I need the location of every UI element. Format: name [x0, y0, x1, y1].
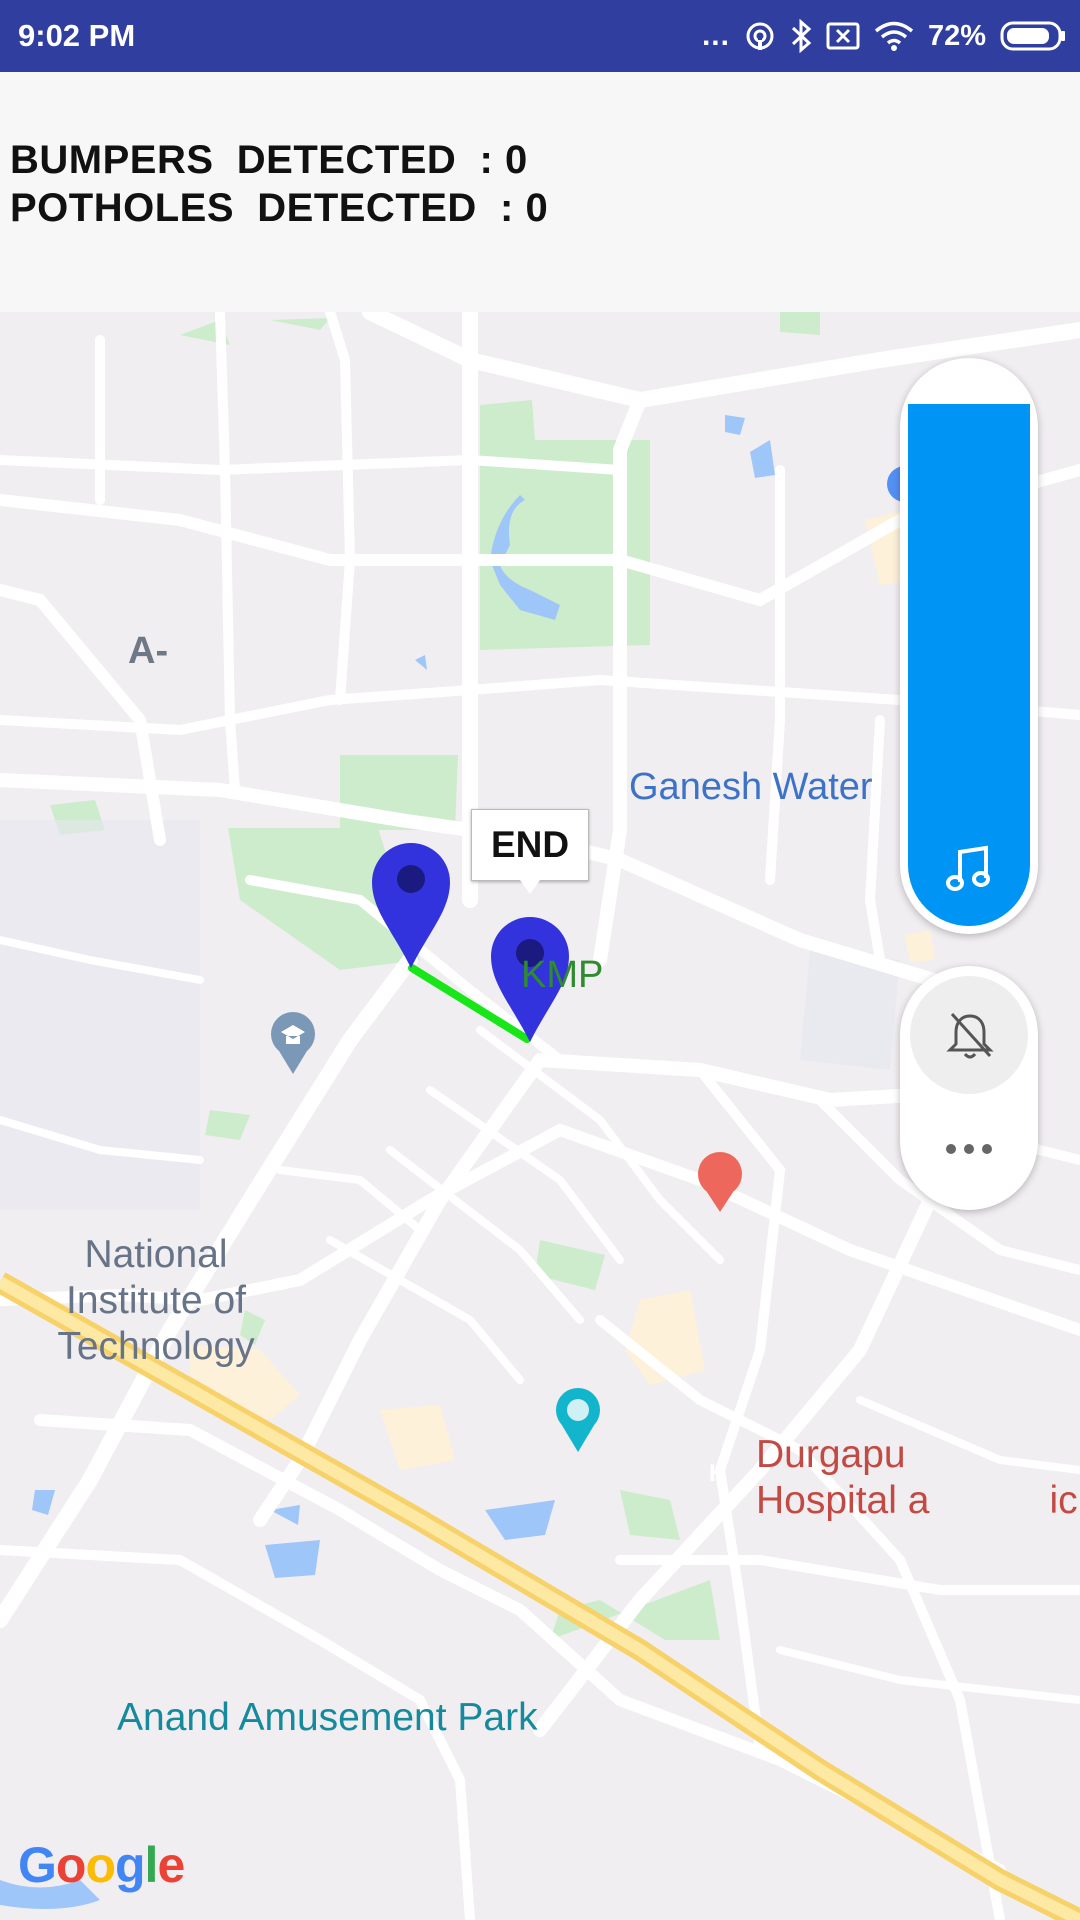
status-bar: 9:02 PM ... 72% [0, 0, 1080, 72]
map-label-nit[interactable]: National Institute of Technology [56, 1232, 256, 1370]
google-logo: Google [18, 1837, 185, 1893]
bell-off-icon [946, 1012, 994, 1059]
sound-mode-panel [900, 966, 1038, 1210]
no-sim-icon [826, 22, 860, 50]
durgapur-line-2: Hospital a ic [756, 1479, 1078, 1522]
bluetooth-icon [791, 19, 812, 53]
nit-line-2: Institute of [66, 1279, 246, 1322]
mute-button[interactable] [910, 976, 1028, 1094]
wifi-icon [874, 21, 914, 51]
battery-icon [1000, 21, 1065, 51]
nit-line-1: National [84, 1233, 228, 1276]
more-dots-icon: ... [701, 19, 730, 52]
status-time: 9:02 PM [18, 18, 136, 53]
more-options-icon[interactable] [944, 1142, 994, 1156]
media-volume-slider[interactable] [900, 358, 1038, 934]
status-icons: ... 72% [702, 14, 1066, 58]
battery-percent: 72% [927, 19, 986, 52]
map-label-a: A- [128, 630, 169, 672]
bumpers-detected-text: BUMPERS DETECTED : 0 [10, 138, 528, 182]
map-label-kmp[interactable]: KMP [521, 954, 603, 997]
hospital-icon: H [709, 1460, 727, 1487]
map-label-ganesh-water[interactable]: Ganesh Water [629, 766, 873, 809]
map-label-anand-park[interactable]: Anand Amusement Park [117, 1696, 538, 1740]
durgapur-line-1: Durgapu [756, 1433, 906, 1476]
map-label-durgapur-hospital[interactable]: Durgapu Hospital a ic [756, 1432, 1078, 1524]
potholes-detected-text: POTHOLES DETECTED : 0 [10, 186, 549, 230]
end-marker-tooltip[interactable]: END [471, 809, 589, 894]
nit-line-3: Technology [57, 1325, 255, 1368]
detection-stats-panel: BUMPERS DETECTED : 0 POTHOLES DETECTED :… [0, 72, 1080, 312]
music-note-icon [946, 845, 990, 891]
hotspot-icon [746, 22, 774, 50]
